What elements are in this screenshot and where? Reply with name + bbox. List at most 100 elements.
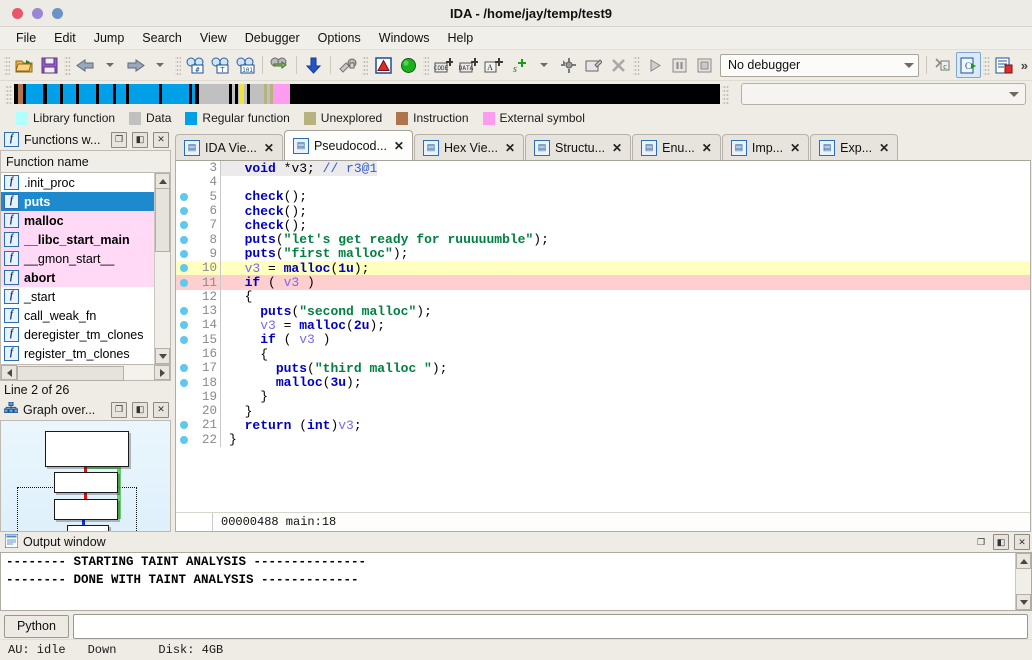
- code-line[interactable]: 7 check();: [176, 218, 1030, 232]
- close-dot[interactable]: [12, 8, 23, 19]
- hscroll-track[interactable]: [17, 366, 154, 379]
- breakpoint-dot-icon[interactable]: [176, 236, 191, 244]
- breakpoint-dot-icon[interactable]: [176, 250, 191, 258]
- script-icon[interactable]: [992, 52, 1017, 78]
- tab-idavie[interactable]: ▤IDA Vie...✕: [175, 134, 283, 160]
- scroll-up-button[interactable]: [1016, 553, 1031, 569]
- toolbar-grip-7[interactable]: [983, 55, 989, 75]
- close-icon[interactable]: ✕: [264, 141, 274, 155]
- code-line[interactable]: 10 v3 = malloc(1u);: [176, 261, 1030, 275]
- navigate-forward-icon[interactable]: [123, 52, 148, 78]
- debug-run-icon[interactable]: [642, 52, 667, 78]
- scroll-thumb[interactable]: [155, 188, 170, 252]
- jump-down-icon[interactable]: [301, 52, 326, 78]
- make-struct-icon[interactable]: s: [506, 52, 531, 78]
- breakpoint-dot-icon[interactable]: [176, 307, 191, 315]
- breakpoint-dot-icon[interactable]: [176, 321, 191, 329]
- close-button[interactable]: ✕: [153, 402, 169, 418]
- menu-search[interactable]: Search: [133, 28, 191, 48]
- function-list-item[interactable]: f_start: [1, 287, 170, 306]
- function-list-item[interactable]: f__do_global_dtors_au: [1, 363, 170, 364]
- toolbar-grip-2[interactable]: [64, 55, 70, 75]
- graph-node[interactable]: [54, 472, 118, 493]
- search-sequence-icon[interactable]: 101: [233, 52, 258, 78]
- breakpoint-dot-icon[interactable]: [176, 421, 191, 429]
- code-line[interactable]: 18 malloc(3u);: [176, 375, 1030, 389]
- graph-node[interactable]: [45, 431, 129, 467]
- open-file-icon[interactable]: [12, 52, 37, 78]
- navigate-back-icon[interactable]: [73, 52, 98, 78]
- close-icon[interactable]: ✕: [394, 139, 404, 153]
- code-line[interactable]: 3 void *v3; // r3@1: [176, 161, 1030, 175]
- toolbar-grip-6[interactable]: [633, 55, 639, 75]
- edit-function-icon[interactable]: [581, 52, 606, 78]
- breakpoint-dot-icon[interactable]: [176, 264, 191, 272]
- breakpoint-dot-icon[interactable]: [176, 336, 191, 344]
- save-icon[interactable]: [37, 52, 62, 78]
- delete-function-icon[interactable]: [606, 52, 631, 78]
- python-language-button[interactable]: Python: [4, 615, 69, 638]
- menu-options[interactable]: Options: [309, 28, 370, 48]
- tab-enu[interactable]: ▤Enu...✕: [632, 134, 721, 160]
- tab-imp[interactable]: ▤Imp...✕: [722, 134, 809, 160]
- hscroll-thumb[interactable]: [17, 366, 124, 381]
- close-icon[interactable]: ✕: [879, 141, 889, 155]
- scroll-up-button[interactable]: [155, 173, 170, 189]
- functions-column-header[interactable]: Function name: [0, 150, 171, 173]
- functions-horizontal-scrollbar[interactable]: [0, 364, 171, 381]
- make-struct-dropdown-icon[interactable]: [531, 52, 556, 78]
- scroll-right-button[interactable]: [154, 365, 170, 380]
- decompile-file-icon[interactable]: C: [956, 52, 981, 78]
- code-line[interactable]: 13 puts("second malloc");: [176, 304, 1030, 318]
- float-button[interactable]: ◧: [132, 402, 148, 418]
- forward-dropdown-icon[interactable]: [148, 52, 173, 78]
- tab-structu[interactable]: ▤Structu...✕: [525, 134, 631, 160]
- toolbar-grip-5[interactable]: [423, 55, 429, 75]
- output-vertical-scrollbar[interactable]: [1015, 553, 1031, 610]
- menu-edit[interactable]: Edit: [45, 28, 85, 48]
- code-line[interactable]: 20 }: [176, 404, 1030, 418]
- breakpoint-dot-icon[interactable]: [176, 364, 191, 372]
- code-line[interactable]: 15 if ( v3 ): [176, 333, 1030, 347]
- code-line[interactable]: 14 v3 = malloc(2u);: [176, 318, 1030, 332]
- close-icon[interactable]: ✕: [790, 141, 800, 155]
- tab-exp[interactable]: ▤Exp...✕: [810, 134, 898, 160]
- jump-to-xref-icon[interactable]: [267, 52, 292, 78]
- tab-hexvie[interactable]: ▤Hex Vie...✕: [414, 134, 524, 160]
- undefine-icon[interactable]: [335, 52, 360, 78]
- menu-jump[interactable]: Jump: [85, 28, 134, 48]
- debugger-select[interactable]: No debugger: [720, 54, 919, 77]
- functions-list[interactable]: f.init_procfputsfmallocf__libc_start_mai…: [0, 173, 171, 364]
- make-code-icon[interactable]: CODE: [431, 52, 456, 78]
- close-icon[interactable]: ✕: [505, 141, 515, 155]
- function-list-item[interactable]: fabort: [1, 268, 170, 287]
- code-line[interactable]: 16 {: [176, 347, 1030, 361]
- tab-pseudocod[interactable]: ▤Pseudocod...✕: [284, 130, 413, 160]
- function-list-item[interactable]: fputs: [1, 192, 170, 211]
- cli-input[interactable]: [73, 614, 1028, 639]
- restore-button[interactable]: ❐: [974, 535, 988, 549]
- float-button[interactable]: ◧: [132, 132, 148, 148]
- code-line[interactable]: 22}: [176, 433, 1030, 447]
- maximize-dot[interactable]: [52, 8, 63, 19]
- function-list-item[interactable]: fregister_tm_clones: [1, 344, 170, 363]
- warning-icon[interactable]: [370, 52, 395, 78]
- code-line[interactable]: 8 puts("let's get ready for ruuuuumble")…: [176, 232, 1030, 246]
- function-list-item[interactable]: f__libc_start_main: [1, 230, 170, 249]
- functions-vertical-scrollbar[interactable]: [154, 173, 170, 364]
- menu-file[interactable]: File: [7, 28, 45, 48]
- code-line[interactable]: 9 puts("first malloc");: [176, 247, 1030, 261]
- menu-help[interactable]: Help: [438, 28, 482, 48]
- breakpoint-dot-icon[interactable]: [176, 207, 191, 215]
- debug-pause-icon[interactable]: [667, 52, 692, 78]
- restore-button[interactable]: ❐: [111, 132, 127, 148]
- function-list-item[interactable]: fderegister_tm_clones: [1, 325, 170, 344]
- close-icon[interactable]: ✕: [612, 141, 622, 155]
- float-button[interactable]: ◧: [993, 534, 1009, 550]
- decompile-c-icon[interactable]: c: [931, 52, 956, 78]
- navband-jump-select[interactable]: [741, 83, 1026, 105]
- toolbar-grip[interactable]: [4, 55, 10, 75]
- code-line[interactable]: 17 puts("third malloc ");: [176, 361, 1030, 375]
- run-green-icon[interactable]: [396, 52, 421, 78]
- navigation-band[interactable]: [14, 84, 720, 104]
